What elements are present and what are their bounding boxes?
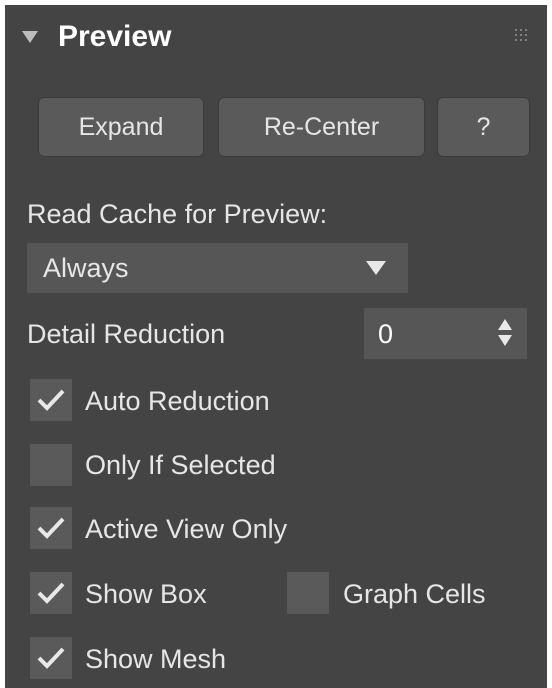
active-view-only-label: Active View Only	[85, 514, 288, 544]
checkmark-icon	[37, 389, 65, 411]
graph-cells-checkbox[interactable]	[287, 572, 329, 614]
dropdown-arrow-icon	[366, 261, 386, 275]
rollout-title: Preview	[58, 20, 172, 53]
read-cache-dropdown[interactable]: Always	[27, 243, 408, 293]
read-cache-selected-value: Always	[43, 253, 129, 283]
read-cache-label: Read Cache for Preview:	[27, 199, 328, 229]
show-box-label: Show Box	[85, 579, 207, 609]
checkmark-icon	[37, 647, 65, 669]
only-if-selected-checkbox[interactable]	[30, 444, 72, 486]
active-view-only-checkbox[interactable]	[30, 507, 72, 549]
checkmark-icon	[37, 517, 65, 539]
spin-down-icon[interactable]	[498, 335, 512, 346]
graph-cells-label: Graph Cells	[343, 579, 486, 609]
detail-reduction-spinner[interactable]: 0	[364, 308, 527, 359]
expand-button[interactable]: Expand	[38, 97, 204, 157]
grip-dots-icon[interactable]	[515, 29, 531, 43]
detail-reduction-label: Detail Reduction	[27, 319, 226, 349]
show-mesh-label: Show Mesh	[85, 644, 227, 674]
recenter-button[interactable]: Re-Center	[218, 97, 425, 157]
rollout-header[interactable]: Preview	[5, 5, 547, 67]
checkmark-icon	[37, 582, 65, 604]
spin-up-icon[interactable]	[498, 319, 512, 330]
only-if-selected-label: Only If Selected	[85, 450, 276, 480]
auto-reduction-label: Auto Reduction	[85, 386, 270, 416]
auto-reduction-checkbox[interactable]	[30, 379, 72, 421]
show-box-checkbox[interactable]	[30, 572, 72, 614]
collapse-triangle-icon[interactable]	[22, 31, 38, 43]
show-mesh-checkbox[interactable]	[30, 637, 72, 679]
detail-reduction-value: 0	[378, 319, 394, 349]
preview-rollout: Preview Expand Re-Center ? Read Cache fo…	[5, 5, 547, 688]
help-button[interactable]: ?	[437, 97, 530, 157]
